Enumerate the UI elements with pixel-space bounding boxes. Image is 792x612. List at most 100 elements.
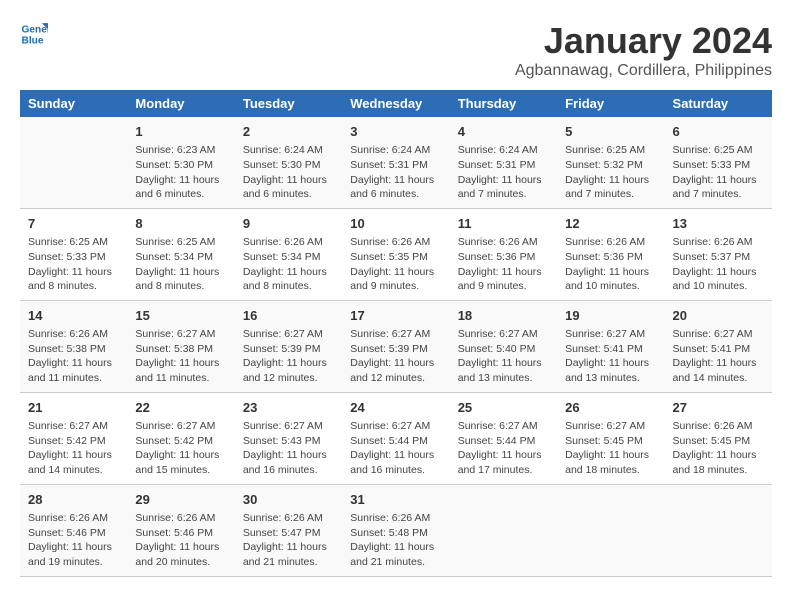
day-info: Sunrise: 6:26 AM Sunset: 5:46 PM Dayligh… (135, 511, 226, 570)
calendar-cell: 9 Sunrise: 6:26 AM Sunset: 5:34 PM Daylig… (235, 208, 342, 300)
calendar-week-row: 1Sunrise: 6:23 AM Sunset: 5:30 PM Daylig… (20, 117, 772, 208)
title-block: January 2024 Agbannawag, Cordillera, Phi… (515, 20, 772, 80)
day-number: 7 (28, 215, 119, 233)
day-info: Sunrise: 6:26 AM Sunset: 5:36 PM Dayligh… (458, 235, 549, 294)
calendar-cell: 2 Sunrise: 6:24 AM Sunset: 5:30 PM Daylig… (235, 117, 342, 208)
day-info: Sunrise: 6:27 AM Sunset: 5:44 PM Dayligh… (458, 419, 549, 478)
weekday-header-tuesday: Tuesday (235, 90, 342, 117)
day-number: 21 (28, 399, 119, 417)
calendar-week-row: 14Sunrise: 6:26 AM Sunset: 5:38 PM Dayli… (20, 300, 772, 392)
day-info: Sunrise: 6:26 AM Sunset: 5:45 PM Dayligh… (673, 419, 764, 478)
day-number: 31 (350, 491, 441, 509)
calendar-cell: 22Sunrise: 6:27 AM Sunset: 5:42 PM Dayli… (127, 392, 234, 484)
calendar-cell: 25 Sunrise: 6:27 AM Sunset: 5:44 PM Dayli… (450, 392, 557, 484)
calendar-cell: 10 Sunrise: 6:26 AM Sunset: 5:35 PM Dayli… (342, 208, 449, 300)
calendar-cell: 6 Sunrise: 6:25 AM Sunset: 5:33 PM Daylig… (665, 117, 772, 208)
main-title: January 2024 (515, 20, 772, 62)
calendar-cell: 7 Sunrise: 6:25 AM Sunset: 5:33 PM Daylig… (20, 208, 127, 300)
weekday-header-row: SundayMondayTuesdayWednesdayThursdayFrid… (20, 90, 772, 117)
day-info: Sunrise: 6:27 AM Sunset: 5:42 PM Dayligh… (28, 419, 119, 478)
calendar-cell: 17Sunrise: 6:27 AM Sunset: 5:39 PM Dayli… (342, 300, 449, 392)
day-number: 13 (673, 215, 764, 233)
day-number: 25 (458, 399, 549, 417)
calendar-cell: 20 Sunrise: 6:27 AM Sunset: 5:41 PM Dayli… (665, 300, 772, 392)
day-info: Sunrise: 6:25 AM Sunset: 5:33 PM Dayligh… (28, 235, 119, 294)
weekday-header-monday: Monday (127, 90, 234, 117)
day-number: 6 (673, 123, 764, 141)
day-info: Sunrise: 6:27 AM Sunset: 5:45 PM Dayligh… (565, 419, 656, 478)
svg-text:Blue: Blue (22, 35, 44, 46)
day-number: 18 (458, 307, 549, 325)
calendar-cell: 29 Sunrise: 6:26 AM Sunset: 5:46 PM Dayli… (127, 484, 234, 576)
calendar-cell: 4Sunrise: 6:24 AM Sunset: 5:31 PM Daylig… (450, 117, 557, 208)
subtitle: Agbannawag, Cordillera, Philippines (515, 62, 772, 80)
day-info: Sunrise: 6:26 AM Sunset: 5:46 PM Dayligh… (28, 511, 119, 570)
day-info: Sunrise: 6:26 AM Sunset: 5:48 PM Dayligh… (350, 511, 441, 570)
calendar-cell: 19Sunrise: 6:27 AM Sunset: 5:41 PM Dayli… (557, 300, 664, 392)
day-info: Sunrise: 6:27 AM Sunset: 5:42 PM Dayligh… (135, 419, 226, 478)
day-number: 12 (565, 215, 656, 233)
day-number: 2 (243, 123, 334, 141)
logo-icon: General Blue (20, 20, 48, 48)
day-info: Sunrise: 6:27 AM Sunset: 5:40 PM Dayligh… (458, 327, 549, 386)
day-number: 20 (673, 307, 764, 325)
calendar-cell: 14Sunrise: 6:26 AM Sunset: 5:38 PM Dayli… (20, 300, 127, 392)
calendar-cell: 8Sunrise: 6:25 AM Sunset: 5:34 PM Daylig… (127, 208, 234, 300)
calendar-cell: 23 Sunrise: 6:27 AM Sunset: 5:43 PM Dayli… (235, 392, 342, 484)
calendar-cell: 3Sunrise: 6:24 AM Sunset: 5:31 PM Daylig… (342, 117, 449, 208)
day-number: 16 (243, 307, 334, 325)
day-number: 23 (243, 399, 334, 417)
logo: General Blue (20, 20, 48, 48)
calendar-cell (450, 484, 557, 576)
calendar-cell (557, 484, 664, 576)
calendar-cell: 13Sunrise: 6:26 AM Sunset: 5:37 PM Dayli… (665, 208, 772, 300)
day-info: Sunrise: 6:25 AM Sunset: 5:32 PM Dayligh… (565, 143, 656, 202)
calendar-cell: 30 Sunrise: 6:26 AM Sunset: 5:47 PM Dayli… (235, 484, 342, 576)
calendar-cell: 18 Sunrise: 6:27 AM Sunset: 5:40 PM Dayli… (450, 300, 557, 392)
calendar-cell: 5Sunrise: 6:25 AM Sunset: 5:32 PM Daylig… (557, 117, 664, 208)
day-info: Sunrise: 6:27 AM Sunset: 5:41 PM Dayligh… (565, 327, 656, 386)
day-info: Sunrise: 6:26 AM Sunset: 5:38 PM Dayligh… (28, 327, 119, 386)
day-number: 8 (135, 215, 226, 233)
calendar-cell: 24Sunrise: 6:27 AM Sunset: 5:44 PM Dayli… (342, 392, 449, 484)
day-info: Sunrise: 6:25 AM Sunset: 5:33 PM Dayligh… (673, 143, 764, 202)
day-info: Sunrise: 6:26 AM Sunset: 5:35 PM Dayligh… (350, 235, 441, 294)
calendar-cell: 16 Sunrise: 6:27 AM Sunset: 5:39 PM Dayli… (235, 300, 342, 392)
weekday-header-thursday: Thursday (450, 90, 557, 117)
day-number: 15 (135, 307, 226, 325)
day-number: 27 (673, 399, 764, 417)
day-info: Sunrise: 6:24 AM Sunset: 5:30 PM Dayligh… (243, 143, 334, 202)
day-info: Sunrise: 6:27 AM Sunset: 5:41 PM Dayligh… (673, 327, 764, 386)
day-number: 24 (350, 399, 441, 417)
day-number: 1 (135, 123, 226, 141)
calendar-cell (20, 117, 127, 208)
calendar-cell (665, 484, 772, 576)
calendar-cell: 26Sunrise: 6:27 AM Sunset: 5:45 PM Dayli… (557, 392, 664, 484)
day-info: Sunrise: 6:26 AM Sunset: 5:34 PM Dayligh… (243, 235, 334, 294)
day-info: Sunrise: 6:24 AM Sunset: 5:31 PM Dayligh… (458, 143, 549, 202)
calendar-cell: 12 Sunrise: 6:26 AM Sunset: 5:36 PM Dayli… (557, 208, 664, 300)
weekday-header-sunday: Sunday (20, 90, 127, 117)
calendar-week-row: 21 Sunrise: 6:27 AM Sunset: 5:42 PM Dayli… (20, 392, 772, 484)
day-info: Sunrise: 6:26 AM Sunset: 5:47 PM Dayligh… (243, 511, 334, 570)
day-info: Sunrise: 6:24 AM Sunset: 5:31 PM Dayligh… (350, 143, 441, 202)
page-header: General Blue January 2024 Agbannawag, Co… (20, 20, 772, 80)
day-number: 11 (458, 215, 549, 233)
day-number: 29 (135, 491, 226, 509)
day-number: 9 (243, 215, 334, 233)
calendar-cell: 11 Sunrise: 6:26 AM Sunset: 5:36 PM Dayli… (450, 208, 557, 300)
calendar-cell: 15 Sunrise: 6:27 AM Sunset: 5:38 PM Dayli… (127, 300, 234, 392)
calendar-week-row: 7 Sunrise: 6:25 AM Sunset: 5:33 PM Daylig… (20, 208, 772, 300)
calendar-cell: 21 Sunrise: 6:27 AM Sunset: 5:42 PM Dayli… (20, 392, 127, 484)
day-info: Sunrise: 6:27 AM Sunset: 5:38 PM Dayligh… (135, 327, 226, 386)
day-number: 30 (243, 491, 334, 509)
day-number: 10 (350, 215, 441, 233)
day-info: Sunrise: 6:27 AM Sunset: 5:39 PM Dayligh… (243, 327, 334, 386)
day-info: Sunrise: 6:26 AM Sunset: 5:36 PM Dayligh… (565, 235, 656, 294)
day-number: 17 (350, 307, 441, 325)
weekday-header-friday: Friday (557, 90, 664, 117)
weekday-header-saturday: Saturday (665, 90, 772, 117)
calendar-cell: 1Sunrise: 6:23 AM Sunset: 5:30 PM Daylig… (127, 117, 234, 208)
day-info: Sunrise: 6:27 AM Sunset: 5:43 PM Dayligh… (243, 419, 334, 478)
calendar-cell: 28Sunrise: 6:26 AM Sunset: 5:46 PM Dayli… (20, 484, 127, 576)
